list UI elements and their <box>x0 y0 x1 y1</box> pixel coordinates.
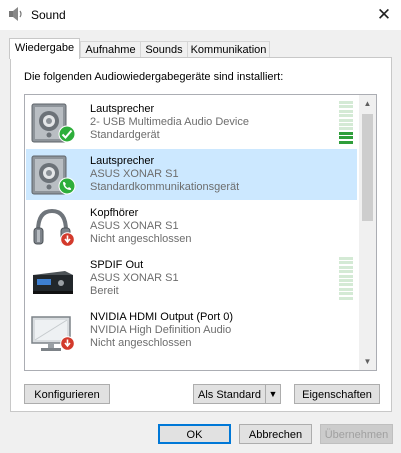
cancel-button[interactable]: Abbrechen <box>239 424 312 444</box>
device-text: SPDIF Out ASUS XONAR S1 Bereit <box>90 259 179 298</box>
meter-segment <box>339 287 353 291</box>
device-status: Nicht angeschlossen <box>90 233 192 245</box>
set-default-button[interactable]: Als Standard ▼ <box>193 384 281 404</box>
meter-segment <box>339 257 353 260</box>
scroll-thumb[interactable] <box>362 114 373 221</box>
close-button[interactable]: ✕ <box>367 0 401 30</box>
meter-segment <box>339 292 353 296</box>
device-status: Standardkommunikationsgerät <box>90 181 240 193</box>
device-item-hdmi[interactable]: NVIDIA HDMI Output (Port 0) NVIDIA High … <box>26 305 357 356</box>
meter-segment <box>339 283 353 287</box>
scroll-up-arrow-icon[interactable]: ▲ <box>359 95 376 112</box>
meter-segment <box>339 118 353 122</box>
meter-segment <box>339 101 353 104</box>
list-scrollbar[interactable]: ▲ ▼ <box>359 95 376 370</box>
meter-segment <box>339 131 353 135</box>
device-status: Nicht angeschlossen <box>90 337 192 349</box>
scroll-down-arrow-icon[interactable]: ▼ <box>359 353 376 370</box>
device-name: NVIDIA HDMI Output (Port 0) <box>90 311 234 323</box>
red-unplugged-badge-icon <box>60 232 75 247</box>
window-title: Sound <box>31 8 66 22</box>
device-list[interactable]: Lautsprecher 2- USB Multimedia Audio Dev… <box>24 94 377 371</box>
meter-segment <box>339 105 353 109</box>
meter-segment <box>339 270 353 274</box>
meter-segment <box>339 136 353 140</box>
properties-button[interactable]: Eigenschaften <box>294 384 380 404</box>
meter-segment <box>339 261 353 265</box>
red-unplugged-badge-icon <box>60 336 75 351</box>
meter-segment <box>339 127 353 131</box>
device-name: Lautsprecher <box>90 103 155 115</box>
meter-segment <box>339 296 353 300</box>
device-item-xonar-speaker[interactable]: Lautsprecher ASUS XONAR S1 Standardkommu… <box>26 149 357 200</box>
green-check-badge-icon <box>58 125 76 143</box>
configure-button[interactable]: Konfigurieren <box>24 384 110 404</box>
volume-meter <box>339 101 353 145</box>
speaker-app-icon <box>9 7 22 21</box>
meter-segment <box>339 140 353 144</box>
device-name: SPDIF Out <box>90 259 144 271</box>
volume-meter <box>339 257 353 301</box>
set-default-label: Als Standard <box>198 389 261 401</box>
meter-segment <box>339 114 353 118</box>
intro-label: Die folgenden Audiowiedergabegeräte sind… <box>24 71 284 83</box>
green-phone-badge-icon <box>58 177 76 195</box>
tab-aufnahme[interactable]: Aufnahme <box>80 41 141 58</box>
device-driver: ASUS XONAR S1 <box>90 272 179 284</box>
device-status: Bereit <box>90 285 119 297</box>
ok-button[interactable]: OK <box>158 424 231 444</box>
apply-button[interactable]: Übernehmen <box>320 424 393 444</box>
device-text: NVIDIA HDMI Output (Port 0) NVIDIA High … <box>90 311 233 350</box>
playback-panel: Die folgenden Audiowiedergabegeräte sind… <box>10 57 392 412</box>
device-driver: ASUS XONAR S1 <box>90 220 179 232</box>
device-text: Lautsprecher 2- USB Multimedia Audio Dev… <box>90 103 249 142</box>
meter-segment <box>339 265 353 269</box>
title-bar: Sound ✕ <box>0 0 401 30</box>
spdif-device-icon <box>33 271 73 294</box>
device-driver: 2- USB Multimedia Audio Device <box>90 116 249 128</box>
device-text: Kopfhörer ASUS XONAR S1 Nicht angeschlos… <box>90 207 192 246</box>
meter-segment <box>339 123 353 126</box>
tab-kommunikation[interactable]: Kommunikation <box>187 41 270 58</box>
device-name: Kopfhörer <box>90 207 139 219</box>
meter-segment <box>339 279 353 282</box>
device-driver: ASUS XONAR S1 <box>90 168 179 180</box>
tab-wiedergabe[interactable]: Wiedergabe <box>9 38 80 59</box>
device-text: Lautsprecher ASUS XONAR S1 Standardkommu… <box>90 155 239 194</box>
meter-segment <box>339 274 353 278</box>
device-item-headphones[interactable]: Kopfhörer ASUS XONAR S1 Nicht angeschlos… <box>26 201 357 252</box>
device-driver: NVIDIA High Definition Audio <box>90 324 232 336</box>
dropdown-arrow-icon[interactable]: ▼ <box>265 385 280 403</box>
device-status: Standardgerät <box>90 129 160 141</box>
meter-segment <box>339 109 353 113</box>
device-item-usb-speaker[interactable]: Lautsprecher 2- USB Multimedia Audio Dev… <box>26 97 357 148</box>
device-item-spdif[interactable]: SPDIF Out ASUS XONAR S1 Bereit <box>26 253 357 304</box>
tab-sounds[interactable]: Sounds <box>140 41 188 58</box>
device-name: Lautsprecher <box>90 155 155 167</box>
